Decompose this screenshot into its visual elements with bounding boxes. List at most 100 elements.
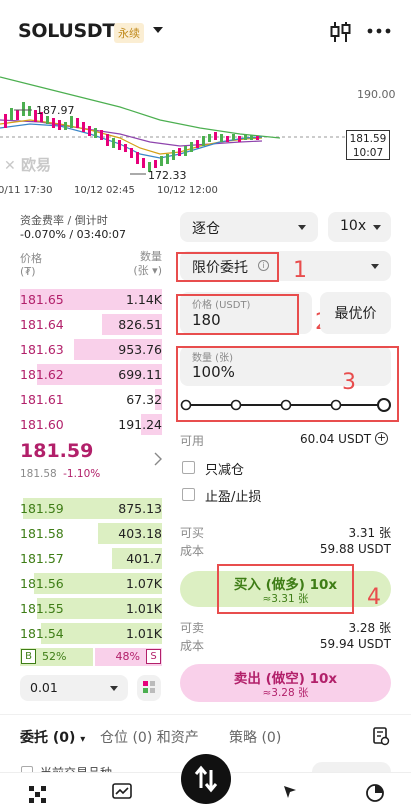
exchange-watermark: ✕ 欧易 — [4, 154, 51, 175]
book-price: 181.60 — [20, 417, 64, 432]
chevron-down-icon — [373, 225, 381, 230]
margin-mode-select[interactable]: 逐仓 — [180, 212, 318, 242]
book-price: 181.65 — [20, 292, 64, 307]
book-price: 181.54 — [20, 626, 64, 641]
sell-button-label: 卖出 (做空) 10x — [233, 671, 338, 687]
book-qty: 191.24 — [118, 417, 162, 432]
book-price: 181.58 — [20, 526, 64, 541]
chevron-down-icon — [298, 225, 306, 230]
divider — [0, 714, 411, 715]
tp-sl-checkbox[interactable] — [182, 488, 195, 501]
home-logo-icon[interactable] — [28, 785, 48, 805]
sell-cost-value: 59.94 USDT — [319, 637, 391, 651]
bid-row[interactable]: 181.55 1.01K — [0, 597, 170, 620]
tab-strategy[interactable]: 策略 (0) — [229, 727, 281, 747]
annotation-box-2 — [176, 294, 299, 335]
book-price: 181.59 — [20, 501, 64, 516]
price-chart[interactable]: 187.97 172.33 190.00 181.59 10:07 ✕ 欧易 0… — [0, 62, 411, 202]
trade-center-button[interactable] — [181, 754, 231, 804]
funding-rate-value: -0.070% / 03:40:07 — [20, 228, 127, 241]
current-price-box: 181.59 10:07 — [346, 130, 390, 160]
bid-row[interactable]: 181.57 401.7 — [0, 547, 170, 570]
ask-row[interactable]: 181.64 826.51 — [0, 313, 170, 336]
last-price: 181.59 — [20, 440, 94, 462]
time-label: 10/12 02:45 — [74, 185, 135, 196]
annotation-label-1: 1 — [293, 258, 307, 283]
leverage-select[interactable]: 10x — [328, 212, 391, 242]
bid-row[interactable]: 181.54 1.01K — [0, 622, 170, 645]
sell-short-button[interactable]: 卖出 (做空) 10x ≈3.28 张 — [180, 664, 391, 702]
watermark-text: 欧易 — [20, 156, 51, 174]
book-layout-button[interactable] — [137, 675, 161, 701]
leverage-value: 10x — [340, 218, 367, 234]
symbol-title[interactable]: SOLUSDT — [18, 20, 115, 42]
sell-max-value: 3.28 张 — [348, 621, 391, 635]
ask-row[interactable]: 181.61 67.32 — [0, 388, 170, 411]
current-price-value: 181.59 — [349, 133, 387, 145]
ask-row[interactable]: 181.65 1.14K — [0, 288, 170, 311]
transfer-plus-icon[interactable]: + — [375, 432, 388, 445]
book-price: 181.56 — [20, 576, 64, 591]
buy-cost-label: 成本 — [180, 544, 205, 558]
time-label: 10/12 12:00 — [157, 185, 218, 196]
tab-orders[interactable]: 委托 (0) ▾ — [20, 727, 85, 747]
tab-orders-label: 委托 (0) — [20, 730, 76, 746]
book-price: 181.64 — [20, 317, 64, 332]
price-header-unit: (₮) — [20, 265, 36, 278]
book-price: 181.62 — [20, 367, 64, 382]
book-qty: 1.14K — [125, 292, 162, 307]
tab-positions[interactable]: 仓位 (0) 和资产 — [100, 727, 199, 747]
bid-row[interactable]: 181.58 403.18 — [0, 522, 170, 545]
reduce-only-label[interactable]: 只减仓 — [205, 459, 244, 478]
chevron-down-icon[interactable] — [153, 27, 163, 33]
candlestick-icon[interactable] — [330, 20, 352, 44]
more-icon[interactable] — [367, 28, 391, 34]
sell-button-sub: ≈3.28 张 — [262, 687, 309, 699]
price-change: -1.10% — [63, 468, 101, 480]
exchange-logo-icon: ✕ — [4, 158, 16, 174]
qty-header-label: 数量 — [140, 250, 162, 263]
buy-badge: B — [21, 649, 36, 664]
order-history-icon[interactable] — [372, 726, 390, 746]
ask-row[interactable]: 181.62 699.11 — [0, 363, 170, 386]
tp-sl-label[interactable]: 止盈/止损 — [205, 486, 261, 505]
book-price: 181.55 — [20, 601, 64, 616]
bid-row[interactable]: 181.56 1.07K — [0, 572, 170, 595]
available-value: 60.04 USDT — [300, 432, 372, 446]
buy-sell-ratio: B 52% 48% S — [20, 648, 162, 666]
book-qty: 875.13 — [118, 501, 162, 516]
swap-arrows-icon — [194, 765, 218, 793]
mark-price: 181.58 — [20, 468, 57, 480]
candle-countdown: 10:07 — [352, 147, 384, 159]
annotation-box-3 — [176, 346, 399, 422]
caret-down-icon: ▾ — [80, 734, 86, 745]
book-price: 181.57 — [20, 551, 64, 566]
contract-type-badge: 永续 — [114, 23, 144, 43]
discover-icon[interactable] — [281, 783, 299, 801]
bid-row[interactable]: 181.59 875.13 — [0, 497, 170, 520]
chevron-down-icon — [110, 686, 118, 691]
book-qty-header[interactable]: 数量 (张 ▾) — [118, 250, 162, 278]
depth-precision-value: 0.01 — [30, 680, 58, 695]
assets-icon[interactable] — [365, 783, 385, 803]
ask-row[interactable]: 181.60 191.24 — [0, 413, 170, 436]
available-label: 可用 — [180, 434, 205, 448]
book-qty: 1.01K — [125, 601, 162, 616]
buy-cost-value: 59.88 USDT — [319, 542, 391, 556]
qty-header-unit: (张 ▾) — [133, 264, 162, 277]
book-qty: 401.7 — [126, 551, 162, 566]
best-price-label: 最优价 — [334, 306, 377, 322]
reduce-only-checkbox[interactable] — [182, 461, 195, 474]
chart-low-label: 172.33 — [148, 169, 187, 182]
book-qty: 699.11 — [118, 367, 162, 382]
book-qty: 1.07K — [125, 576, 162, 591]
best-price-button[interactable]: 最优价 — [320, 292, 391, 334]
market-icon[interactable] — [112, 783, 132, 801]
chevron-right-icon[interactable] — [154, 452, 162, 466]
depth-precision-select[interactable]: 0.01 — [20, 675, 128, 701]
mark-price-row: 181.58 -1.10% — [20, 468, 100, 480]
book-qty: 403.18 — [118, 526, 162, 541]
book-layout-icon — [143, 681, 155, 693]
ask-row[interactable]: 181.63 953.76 — [0, 338, 170, 361]
annotation-label-3: 3 — [342, 370, 356, 395]
